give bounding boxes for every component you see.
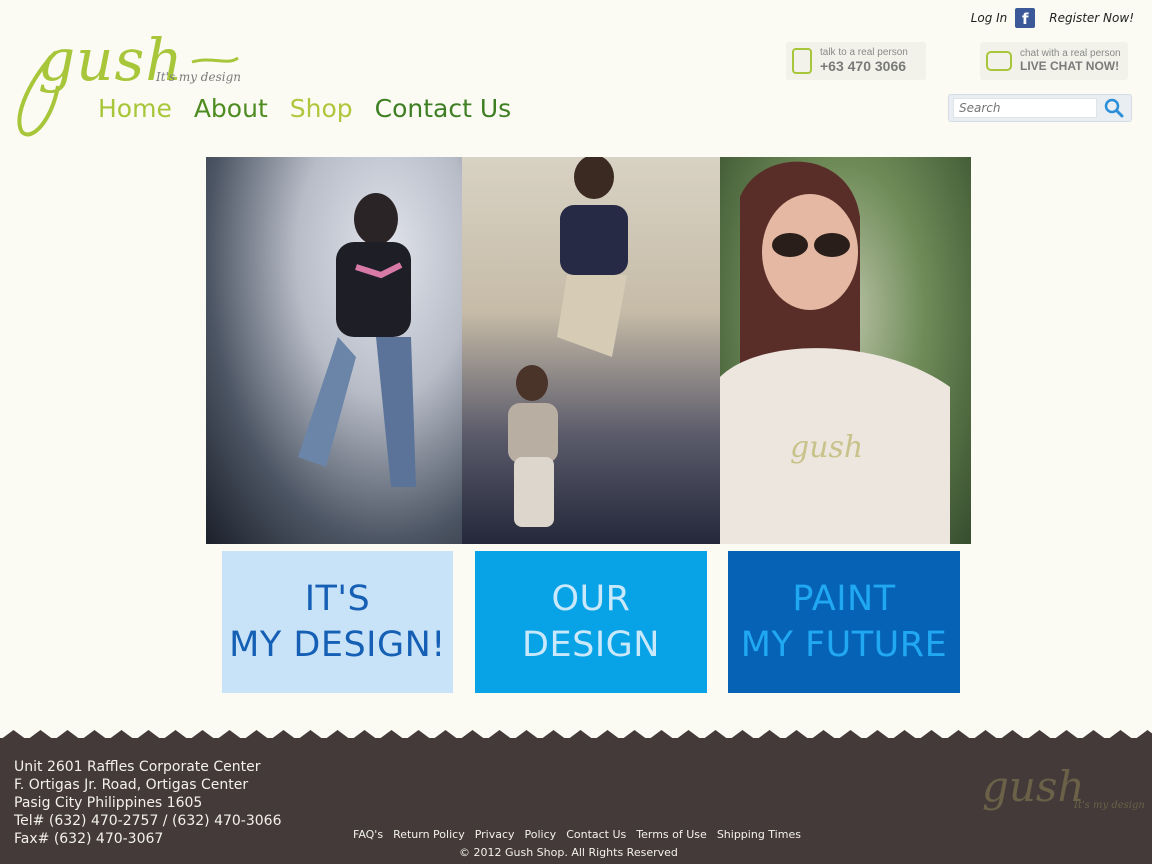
facebook-icon[interactable]: f	[1015, 8, 1036, 28]
tile-line1: IT'S	[304, 579, 371, 619]
tile-our-design[interactable]: OUR DESIGN	[475, 551, 707, 693]
site-footer: Unit 2601 Raffles Corporate Center F. Or…	[0, 738, 1152, 864]
hero-photo-dancer	[206, 157, 462, 544]
copyright-text: © 2012 Gush Shop. All Rights Reserved	[459, 846, 678, 859]
footer-link-policy[interactable]: Policy	[525, 828, 557, 841]
tile-line2: MY DESIGN!	[229, 625, 446, 665]
search-icon	[1104, 98, 1124, 118]
search-bar	[948, 94, 1132, 122]
search-button[interactable]	[1101, 97, 1127, 119]
login-link[interactable]: Log In	[971, 11, 1008, 25]
footer-link-contact-us[interactable]: Contact Us	[566, 828, 626, 841]
phone-number: +63 470 3066	[820, 57, 907, 74]
fax-line: Fax# (632) 470-3067	[14, 831, 164, 847]
hero-banner[interactable]: gush	[206, 157, 971, 544]
shirt-logo-graphic: gush	[790, 430, 863, 465]
tile-paint-my-future[interactable]: PAINT MY FUTURE	[728, 551, 960, 693]
tile-line1: PAINT	[792, 579, 896, 619]
live-chat-label: LIVE CHAT NOW!	[1020, 58, 1120, 73]
tile-its-my-design[interactable]: IT'S MY DESIGN!	[222, 551, 453, 693]
tile-line1: OUR	[551, 579, 631, 619]
address-line: Unit 2601 Raffles Corporate Center	[14, 759, 261, 775]
chat-bubble-icon	[986, 51, 1012, 71]
company-address: Unit 2601 Raffles Corporate Center F. Or…	[14, 758, 281, 848]
footer-link-return-policy[interactable]: Return Policy	[393, 828, 465, 841]
tile-line2: MY FUTURE	[740, 625, 948, 665]
footer-link-privacy[interactable]: Privacy	[475, 828, 515, 841]
phone-contact-box[interactable]: talk to a real person +63 470 3066	[786, 42, 926, 80]
nav-home[interactable]: Home	[98, 94, 172, 123]
register-link[interactable]: Register Now!	[1049, 11, 1134, 25]
logo-tagline: It's my design	[156, 70, 241, 84]
hero-photo-jumper	[462, 157, 720, 544]
footer-link-terms-of-use[interactable]: Terms of Use	[636, 828, 707, 841]
phone-line: Tel# (632) 470-2757 / (632) 470-3066	[14, 813, 282, 829]
footer-logo: gush	[982, 762, 1085, 811]
address-line: F. Ortigas Jr. Road, Ortigas Center	[14, 777, 249, 793]
live-chat-box[interactable]: chat with a real person LIVE CHAT NOW!	[980, 42, 1128, 80]
phone-icon	[792, 48, 812, 74]
search-input[interactable]	[953, 98, 1097, 118]
footer-logo-tagline: It's my design	[1074, 800, 1145, 811]
nav-shop[interactable]: Shop	[290, 94, 353, 123]
main-nav: Home About Shop Contact Us	[98, 94, 511, 123]
footer-link-faqs[interactable]: FAQ's	[353, 828, 383, 841]
hero-photo-woman: gush	[720, 157, 971, 544]
tile-line2: DESIGN	[522, 625, 660, 665]
nav-contact-us[interactable]: Contact Us	[375, 94, 512, 123]
footer-link-shipping-times[interactable]: Shipping Times	[717, 828, 801, 841]
address-line: Pasig City Philippines 1605	[14, 795, 203, 811]
footer-links: FAQ's Return Policy Privacy Policy Conta…	[353, 828, 801, 841]
account-links: Log In f Register Now!	[971, 8, 1134, 28]
nav-about[interactable]: About	[194, 94, 268, 123]
